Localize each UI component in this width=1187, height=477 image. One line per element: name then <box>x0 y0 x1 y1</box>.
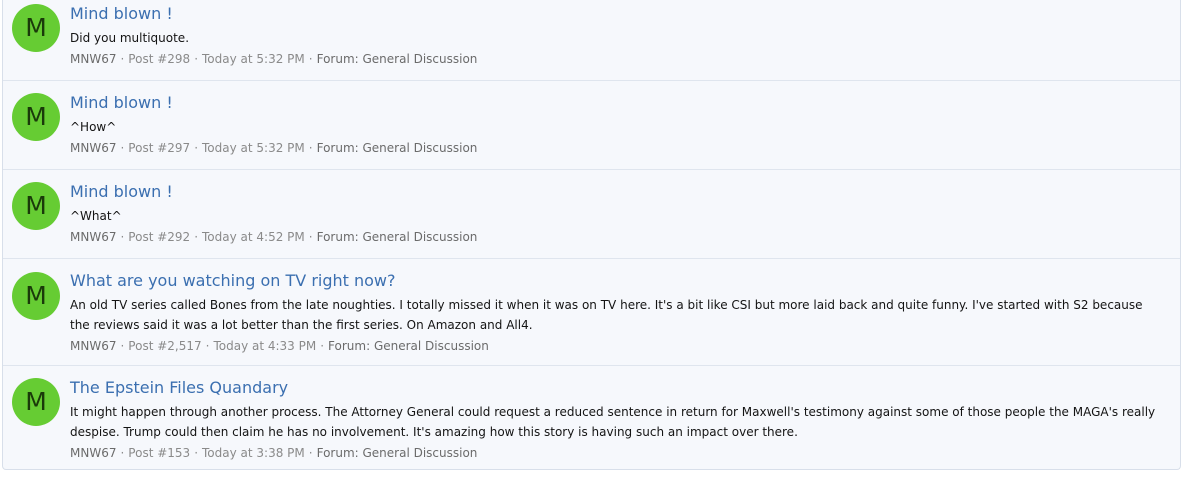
meta-separator: · <box>308 52 313 66</box>
result-content: What are you watching on TV right now? A… <box>70 270 1160 356</box>
meta-separator: · <box>120 141 125 155</box>
meta-separator: · <box>120 339 125 353</box>
result-content: Mind blown ! Did you multiquote. MNW67 · P… <box>70 3 1160 69</box>
result-title-link[interactable]: The Epstein Files Quandary <box>70 377 1160 398</box>
meta-separator: · <box>120 230 125 244</box>
result-content: The Epstein Files Quandary It might happ… <box>70 377 1160 463</box>
author-link[interactable]: MNW67 <box>70 339 116 353</box>
meta-separator: · <box>120 52 125 66</box>
forum-link[interactable]: Forum: General Discussion <box>328 339 489 353</box>
avatar[interactable]: M <box>12 272 60 320</box>
result-snippet: ^What^ <box>70 209 122 223</box>
author-link[interactable]: MNW67 <box>70 446 116 460</box>
forum-link[interactable]: Forum: General Discussion <box>317 446 478 460</box>
result-meta: MNW67 · Post #297 · Today at 5:32 PM · Forum: … <box>70 138 1160 158</box>
result-content: Mind blown ! ^How^ MNW67 · Post #297 · Today… <box>70 92 1160 158</box>
avatar[interactable]: M <box>12 93 60 141</box>
result-title-link[interactable]: Mind blown ! <box>70 181 1160 202</box>
meta-separator: · <box>320 339 325 353</box>
post-time: Today at 4:33 PM <box>213 339 317 353</box>
search-result-item: M Mind blown ! Did you multiquote. MNW67… <box>3 0 1180 81</box>
meta-separator: · <box>205 339 210 353</box>
result-title-link[interactable]: Mind blown ! <box>70 92 1160 113</box>
search-results-list: M Mind blown ! Did you multiquote. MNW67… <box>2 0 1181 470</box>
meta-separator: · <box>120 446 125 460</box>
post-number: Post #297 <box>128 141 191 155</box>
post-time: Today at 4:52 PM <box>202 230 305 244</box>
forum-link[interactable]: Forum: General Discussion <box>317 141 478 155</box>
result-title-link[interactable]: Mind blown ! <box>70 3 1160 24</box>
result-title-link[interactable]: What are you watching on TV right now? <box>70 270 1160 291</box>
search-result-item: M What are you watching on TV right now?… <box>3 259 1180 366</box>
result-snippet: It might happen through another process.… <box>70 405 1156 439</box>
avatar[interactable]: M <box>12 4 60 52</box>
result-snippet: Did you multiquote. <box>70 31 190 45</box>
meta-separator: · <box>194 141 199 155</box>
result-content: Mind blown ! ^What^ MNW67 · Post #292 · Toda… <box>70 181 1160 247</box>
post-number: Post #292 <box>128 230 191 244</box>
result-snippet: ^How^ <box>70 120 117 134</box>
post-time: Today at 5:32 PM <box>202 52 305 66</box>
result-meta: MNW67 · Post #153 · Today at 3:38 PM · Forum: … <box>70 443 1160 463</box>
search-result-item: M Mind blown ! ^What^ MNW67 · Post #292 · To… <box>3 170 1180 259</box>
author-link[interactable]: MNW67 <box>70 141 116 155</box>
forum-link[interactable]: Forum: General Discussion <box>317 230 478 244</box>
avatar[interactable]: M <box>12 378 60 426</box>
post-time: Today at 5:32 PM <box>202 141 305 155</box>
search-result-item: M The Epstein Files Quandary It might ha… <box>3 366 1180 469</box>
result-meta: MNW67 · Post #298 · Today at 5:32 PM · Forum: … <box>70 49 1160 69</box>
author-link[interactable]: MNW67 <box>70 230 116 244</box>
result-snippet: An old TV series called Bones from the l… <box>70 298 1143 332</box>
forum-link[interactable]: Forum: General Discussion <box>317 52 478 66</box>
post-number: Post #153 <box>128 446 191 460</box>
meta-separator: · <box>308 230 313 244</box>
meta-separator: · <box>194 446 199 460</box>
post-number: Post #298 <box>128 52 191 66</box>
meta-separator: · <box>308 141 313 155</box>
meta-separator: · <box>194 52 199 66</box>
post-number: Post #2,517 <box>128 339 202 353</box>
author-link[interactable]: MNW67 <box>70 52 116 66</box>
meta-separator: · <box>308 446 313 460</box>
avatar[interactable]: M <box>12 182 60 230</box>
search-result-item: M Mind blown ! ^How^ MNW67 · Post #297 · Tod… <box>3 81 1180 170</box>
result-meta: MNW67 · Post #2,517 · Today at 4:33 PM · Forum… <box>70 336 1160 356</box>
result-meta: MNW67 · Post #292 · Today at 4:52 PM · Forum: … <box>70 227 1160 247</box>
meta-separator: · <box>194 230 199 244</box>
post-time: Today at 3:38 PM <box>202 446 305 460</box>
